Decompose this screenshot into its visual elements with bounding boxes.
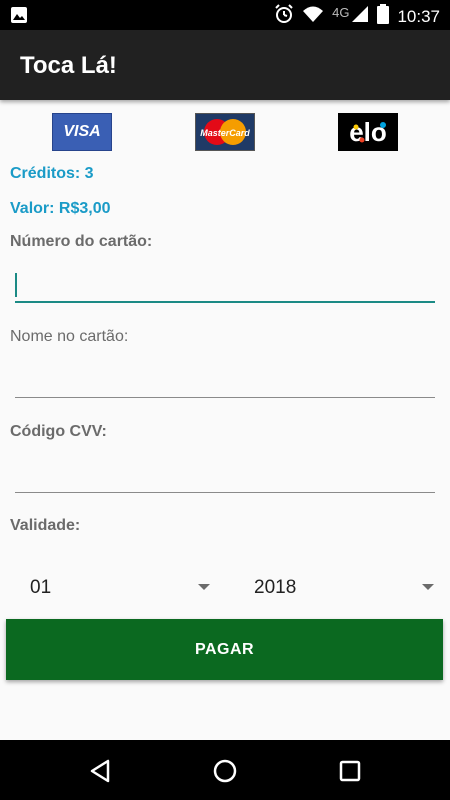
cvv-input[interactable] <box>15 453 435 492</box>
battery-icon <box>377 4 390 29</box>
text-cursor <box>15 273 17 297</box>
alarm-icon <box>274 4 294 29</box>
visa-logo: VISA <box>52 113 112 151</box>
card-number-input[interactable] <box>15 263 435 301</box>
svg-text:MasterCard: MasterCard <box>200 128 250 138</box>
card-name-label: Nome no cartão: <box>10 328 129 345</box>
card-number-label: Número do cartão: <box>10 233 153 250</box>
recent-apps-icon[interactable] <box>337 758 363 784</box>
home-icon[interactable] <box>212 758 238 784</box>
back-icon[interactable] <box>88 758 114 784</box>
value-label: Valor: R$3,00 <box>10 200 111 217</box>
cvv-label: Código CVV: <box>10 423 107 440</box>
status-bar: 4G 10:37 <box>0 0 450 30</box>
validity-label: Validade: <box>10 517 81 534</box>
month-value: 01 <box>30 577 52 598</box>
year-value: 2018 <box>254 577 297 598</box>
image-notification-icon <box>10 6 28 29</box>
cvv-field[interactable] <box>15 453 435 493</box>
card-number-field[interactable] <box>15 263 435 303</box>
visa-logo-text: VISA <box>63 123 101 140</box>
year-dropdown-arrow-icon <box>422 584 434 590</box>
app-title: Toca Lá! <box>20 52 117 79</box>
signal-icon <box>351 5 369 28</box>
wifi-icon <box>302 5 324 28</box>
month-select[interactable]: 01 <box>30 570 210 606</box>
network-type-label: 4G <box>332 5 350 20</box>
navigation-bar <box>0 740 450 800</box>
svg-text:elo: elo <box>349 117 387 147</box>
card-name-field[interactable] <box>15 358 435 398</box>
elo-logo: elo <box>338 113 398 151</box>
year-select[interactable]: 2018 <box>254 570 434 606</box>
mastercard-logo: MasterCard <box>195 113 255 151</box>
pay-button[interactable]: PAGAR <box>6 619 443 680</box>
card-name-input[interactable] <box>15 358 435 397</box>
month-dropdown-arrow-icon <box>198 584 210 590</box>
credits-label: Créditos: 3 <box>10 165 94 182</box>
app-bar: Toca Lá! <box>0 30 450 100</box>
status-time: 10:37 <box>397 6 440 26</box>
